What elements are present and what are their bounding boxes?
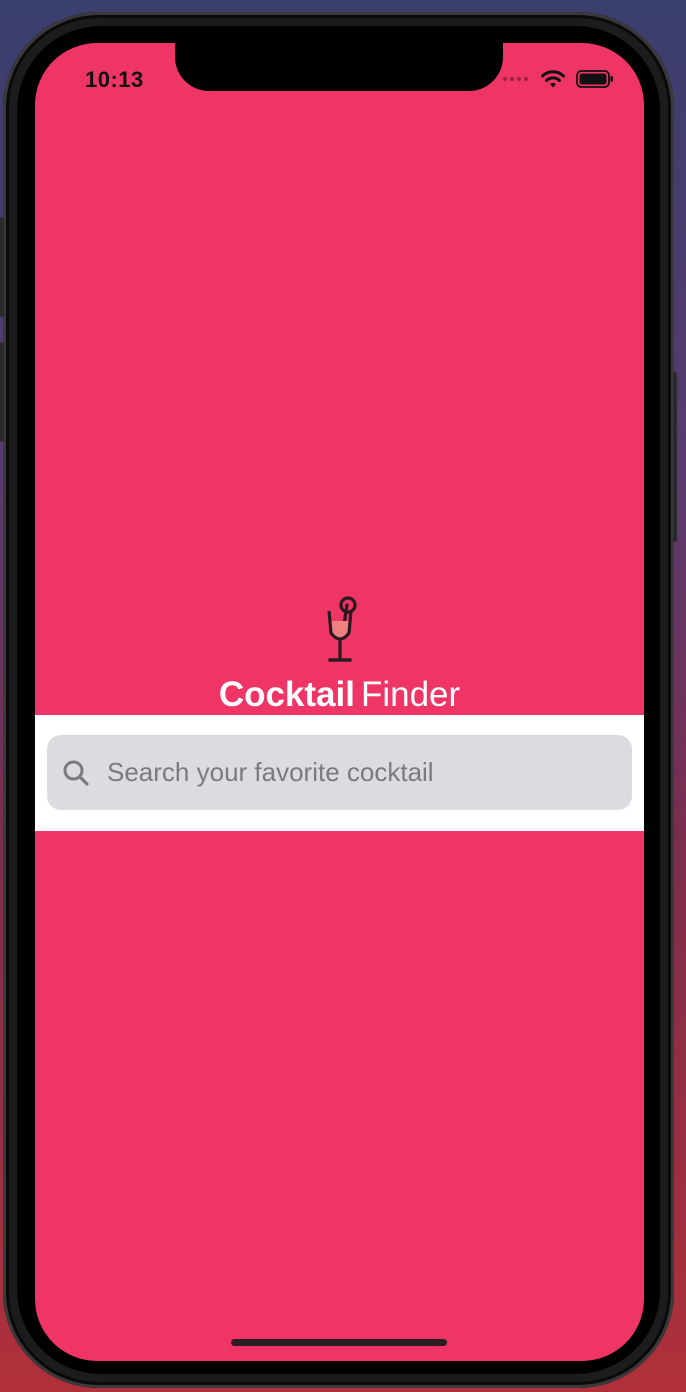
search-input[interactable] bbox=[107, 747, 607, 798]
app-logo: Cocktail Finder bbox=[35, 593, 644, 715]
battery-icon bbox=[576, 70, 613, 88]
side-button-left bbox=[0, 217, 4, 317]
app-screen: 10:13 Cocktail Finder Search your favori… bbox=[35, 43, 644, 1361]
home-indicator[interactable] bbox=[231, 1339, 447, 1346]
search-icon bbox=[63, 760, 89, 786]
cocktail-glass-icon bbox=[326, 596, 357, 662]
app-title-light: Finder bbox=[360, 675, 461, 714]
status-time: 10:13 bbox=[85, 67, 144, 92]
search-field[interactable] bbox=[47, 735, 632, 810]
side-button-right bbox=[673, 372, 677, 542]
status-icons bbox=[503, 69, 614, 89]
side-button-left-2 bbox=[0, 342, 4, 442]
wifi-icon bbox=[541, 70, 565, 88]
search-bar-container bbox=[35, 715, 644, 831]
notch bbox=[175, 43, 503, 91]
app-title-bold: Cocktail bbox=[218, 675, 355, 714]
app-title: Cocktail Finder bbox=[35, 675, 644, 715]
signal-dots-icon bbox=[503, 77, 528, 81]
